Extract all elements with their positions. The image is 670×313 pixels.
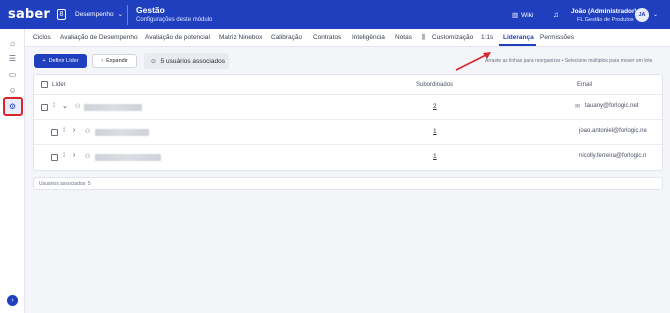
person-icon: ⚇ (75, 104, 81, 110)
person-icon: ⚇ (85, 154, 91, 160)
drag-hint: Arraste as linhas para reorganizar • Sel… (485, 58, 653, 64)
row-checkbox[interactable] (41, 104, 48, 111)
page-subtitle: Configurações deste módulo (136, 17, 213, 23)
associated-users-chip[interactable]: ☺ 5 usuários associados (144, 53, 229, 69)
table-header: Líder Subordinados Email (34, 75, 662, 95)
subordinate-count[interactable]: 1 (433, 128, 437, 135)
chevron-down-icon: ⌄ (117, 11, 124, 18)
tab-lideranca[interactable]: Liderança (503, 34, 534, 41)
users-icon[interactable]: ☺ (7, 85, 18, 96)
tab-permissoes[interactable]: Permissões (540, 34, 574, 41)
table-row[interactable]: ⁞⁞ ⌄ ⚇ 2 ✉ tauany@forlogic.net (34, 95, 662, 120)
associated-users-total: Usuários associados: 5 (39, 181, 91, 187)
tab-ciclos[interactable]: Ciclos (33, 34, 51, 41)
active-tab-indicator (499, 44, 536, 46)
plus-icon: + (42, 58, 46, 64)
sliders-icon: ⫼ (422, 34, 425, 41)
top-header: saber 8 Desempenho ⌄ Gestão Configuraçõe… (0, 0, 670, 29)
chevron-right-icon: › (101, 58, 104, 64)
expand-label: Expandir (106, 58, 128, 64)
tab-avaliacao-potencial[interactable]: Avaliação de potencial (145, 34, 210, 41)
wiki-label: Wiki (521, 11, 534, 19)
module-selector[interactable]: Desempenho ⌄ (75, 10, 124, 19)
tab-avaliacao-desempenho[interactable]: Avaliação de Desempenho (60, 34, 138, 41)
column-subordinates: Subordinados (416, 82, 454, 88)
define-leader-button[interactable]: + Definir Líder (34, 54, 87, 68)
tab-one-on-ones[interactable]: 1:1s (481, 34, 493, 41)
person-icon: ⚇ (85, 129, 91, 135)
chat-icon[interactable]: ▭ (7, 69, 18, 80)
expand-button[interactable]: › Expandir (92, 54, 137, 68)
leadership-table: Líder Subordinados Email ⁞⁞ ⌄ ⚇ 2 ✉ taua… (33, 74, 663, 171)
associated-users-label: 5 usuários associados (160, 57, 225, 65)
left-sidebar: ⌂ ☰ ▭ ☺ ⚙ › (0, 29, 25, 313)
tab-calibracao[interactable]: Calibração (271, 34, 302, 41)
redacted-name (95, 154, 161, 161)
chevron-right-icon[interactable]: › (73, 152, 75, 159)
table-footer: Usuários associados: 5 (33, 177, 663, 190)
avatar[interactable]: JA (635, 8, 649, 22)
wiki-link[interactable]: ▥ Wiki (512, 11, 534, 20)
table-row[interactable]: ⁞⁞ › ⚇ 1 joao.antoniel@forlogic.ne (34, 120, 662, 145)
tab-inteligencia[interactable]: Inteligência (352, 34, 385, 41)
column-email: Email (577, 82, 593, 88)
user-company: FL Gestão de Produtos (577, 17, 634, 23)
email-cell: nicolly.ferreira@forlogic.n (579, 153, 647, 159)
select-all-checkbox[interactable] (41, 81, 48, 88)
drag-handle-icon[interactable]: ⁞⁞ (63, 153, 66, 159)
row-checkbox[interactable] (51, 154, 58, 161)
home-icon[interactable]: ⌂ (7, 38, 18, 49)
redacted-name (95, 129, 149, 136)
email-cell: tauany@forlogic.net (585, 103, 639, 109)
chevron-right-icon[interactable]: › (73, 127, 75, 134)
module-label: Desempenho (75, 10, 114, 18)
subordinate-count[interactable]: 2 (433, 103, 437, 110)
row-checkbox[interactable] (51, 129, 58, 136)
app-logo[interactable]: saber (8, 7, 50, 22)
tab-contratos[interactable]: Contratos (313, 34, 341, 41)
define-leader-label: Definir Líder (48, 58, 79, 64)
column-leader: Líder (52, 82, 66, 88)
subordinate-count[interactable]: 1 (433, 153, 437, 160)
book-icon: ▥ (512, 12, 519, 19)
chevron-down-icon[interactable]: ⌄ (62, 102, 68, 110)
mail-icon: ✉ (575, 104, 581, 110)
tab-bar: Ciclos Avaliação de Desempenho Avaliação… (25, 29, 670, 47)
drag-handle-icon[interactable]: ⁞⁞ (63, 128, 66, 134)
tab-notas[interactable]: Notas (395, 34, 412, 41)
notification-icon[interactable]: ♫ (553, 10, 559, 19)
table-row[interactable]: ⁞⁞ › ⚇ 1 nicolly.ferreira@forlogic.n (34, 145, 662, 170)
tab-customizacao[interactable]: Customização (432, 34, 473, 41)
page-title: Gestão (136, 5, 165, 15)
list-icon[interactable]: ☰ (7, 53, 18, 64)
header-divider (127, 5, 128, 25)
drag-handle-icon[interactable]: ⁞⁞ (53, 103, 56, 109)
email-cell: joao.antoniel@forlogic.ne (579, 128, 647, 134)
chevron-down-icon[interactable]: ⌄ (653, 11, 658, 18)
logo-badge: 8 (57, 9, 66, 20)
redacted-name (84, 104, 142, 111)
users-icon: ☺ (150, 57, 157, 65)
settings-gear-icon[interactable]: ⚙ (7, 101, 18, 112)
tab-matriz-ninebox[interactable]: Matriz Ninebox (219, 34, 262, 41)
expand-sidebar-icon[interactable]: › (7, 295, 18, 306)
